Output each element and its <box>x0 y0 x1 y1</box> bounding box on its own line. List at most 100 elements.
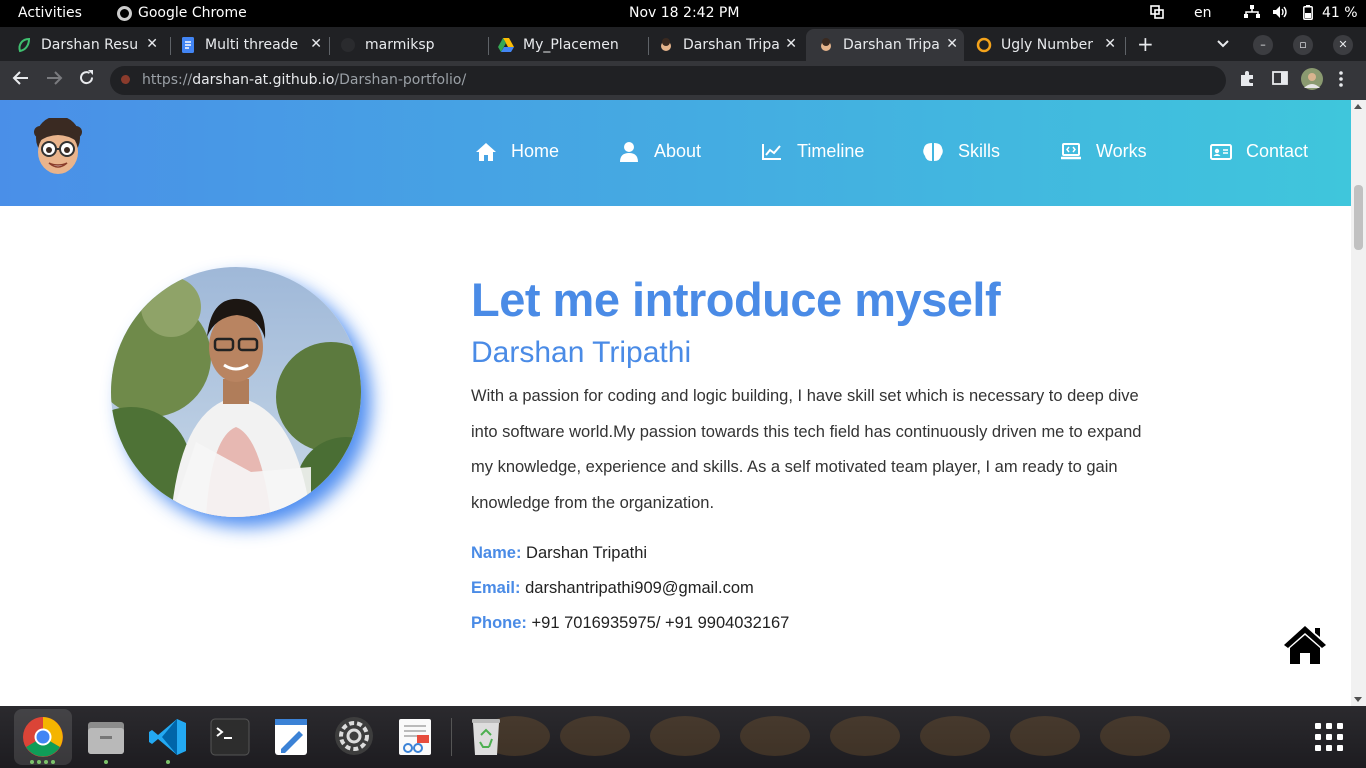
docs-icon <box>180 37 196 53</box>
about-paragraph: With a passion for coding and logic buil… <box>471 387 1142 512</box>
memoji-logo[interactable] <box>30 116 86 178</box>
volume-icon[interactable] <box>1272 5 1290 23</box>
vscode-dock-icon[interactable] <box>148 717 190 759</box>
nav-about[interactable]: About <box>618 141 701 162</box>
terminal-dock-icon[interactable] <box>210 718 252 760</box>
memoji-icon <box>818 37 834 53</box>
leaf-icon <box>16 37 32 53</box>
scroll-thumb[interactable] <box>1354 185 1363 250</box>
info-email: Email: darshantripathi909@gmail.com <box>471 579 754 598</box>
nav-home-label: Home <box>511 141 560 161</box>
side-panel-icon[interactable] <box>1272 70 1288 90</box>
clock[interactable]: Nov 18 2:42 PM <box>629 5 739 21</box>
memoji-icon <box>658 37 674 53</box>
tab-title: My_Placemen <box>523 37 619 53</box>
scroll-up-arrow[interactable] <box>1354 104 1362 109</box>
browser-toolbar: https://darshan-at.github.io/Darshan-por… <box>0 61 1366 100</box>
close-tab-icon[interactable]: ✕ <box>310 36 322 52</box>
back-icon[interactable] <box>12 69 30 92</box>
nav-works-label: Works <box>1096 141 1147 161</box>
minimize-button[interactable]: – <box>1253 35 1273 55</box>
codestudio-icon <box>976 37 992 53</box>
scroll-down-arrow[interactable] <box>1354 697 1362 702</box>
page-scrollbar[interactable] <box>1351 100 1366 706</box>
home-icon <box>475 142 497 162</box>
url-path: /Darshan-portfolio/ <box>334 72 467 88</box>
close-window-button[interactable]: ✕ <box>1333 35 1353 55</box>
document-viewer-dock-icon[interactable] <box>397 717 439 759</box>
extensions-icon[interactable] <box>1239 70 1256 91</box>
text-editor-dock-icon[interactable] <box>273 717 315 759</box>
network-icon[interactable] <box>1244 5 1260 23</box>
screen-share-icon[interactable] <box>1150 5 1164 23</box>
nav-timeline-label: Timeline <box>797 141 865 161</box>
tab-3[interactable]: marmiksp <box>340 29 486 61</box>
close-tab-icon[interactable]: ✕ <box>1104 36 1116 52</box>
nav-home[interactable]: Home <box>475 141 559 162</box>
nav-contact[interactable]: Contact <box>1210 141 1308 162</box>
nav-timeline[interactable]: Timeline <box>761 141 864 162</box>
about-heading: Let me introduce myself <box>471 273 1001 326</box>
user-icon <box>618 141 640 162</box>
maximize-button[interactable]: ▫ <box>1293 35 1313 55</box>
tab-title: marmiksp <box>365 37 435 53</box>
reload-icon[interactable] <box>78 69 95 91</box>
close-tab-icon[interactable]: ✕ <box>785 36 797 52</box>
url-scheme: https:// <box>142 72 193 88</box>
tab-4[interactable]: My_Placemen <box>498 29 644 61</box>
nav-about-label: About <box>654 141 702 161</box>
close-tab-icon[interactable]: ✕ <box>946 36 958 52</box>
id-card-icon <box>1210 142 1232 162</box>
app-menu[interactable]: Google Chrome <box>117 5 247 21</box>
chrome-dock-icon[interactable] <box>22 716 64 758</box>
google-drive-icon <box>498 37 514 53</box>
email-label: Email: <box>471 579 521 597</box>
new-tab-button[interactable]: + <box>1137 32 1154 56</box>
close-tab-icon[interactable]: ✕ <box>146 36 158 52</box>
tab-7[interactable]: Ugly Number ✕ <box>976 29 1122 61</box>
chrome-menu-icon[interactable] <box>1338 70 1344 92</box>
site-header: Home About Timeline Skills Works Contact <box>0 100 1351 206</box>
scroll-home-icon[interactable] <box>1282 624 1328 666</box>
webpage: Home About Timeline Skills Works Contact <box>0 100 1351 706</box>
battery-icon[interactable] <box>1303 5 1313 24</box>
site-favicon[interactable] <box>121 75 130 84</box>
trash-dock-icon[interactable] <box>468 717 510 759</box>
line-chart-icon <box>761 142 783 162</box>
files-dock-icon[interactable] <box>86 718 128 760</box>
address-bar[interactable]: https://darshan-at.github.io/Darshan-por… <box>110 66 1226 95</box>
brain-icon <box>922 142 944 162</box>
tab-1[interactable]: Darshan Resu ✕ <box>16 29 164 61</box>
profile-avatar[interactable] <box>1301 68 1323 94</box>
battery-percent: 41 % <box>1322 5 1358 21</box>
name-value: Darshan Tripathi <box>526 544 648 562</box>
system-top-bar: Activities Google Chrome Nov 18 2:42 PM … <box>0 0 1366 27</box>
laptop-code-icon <box>1060 142 1082 162</box>
tab-search-icon[interactable] <box>1216 36 1230 55</box>
show-apps-icon[interactable] <box>1315 723 1343 751</box>
dock <box>0 706 1366 768</box>
info-name: Name: Darshan Tripathi <box>471 544 647 563</box>
nav-skills-label: Skills <box>958 141 1001 161</box>
nav-works[interactable]: Works <box>1060 141 1147 162</box>
tab-6-active[interactable]: Darshan Tripa ✕ <box>806 29 964 61</box>
profile-photo <box>111 267 361 517</box>
activities-button[interactable]: Activities <box>18 5 82 21</box>
github-icon <box>340 37 356 53</box>
nav-skills[interactable]: Skills <box>922 141 1000 162</box>
info-phone: Phone: +91 7016935975/ +91 9904032167 <box>471 614 789 633</box>
tab-2[interactable]: Multi threade ✕ <box>180 29 328 61</box>
phone-label: Phone: <box>471 614 527 632</box>
forward-icon[interactable] <box>45 69 63 92</box>
chrome-icon <box>117 5 132 21</box>
tab-5[interactable]: Darshan Tripa ✕ <box>658 29 803 61</box>
nav-contact-label: Contact <box>1246 141 1309 161</box>
name-label: Name: <box>471 544 522 562</box>
email-value[interactable]: darshantripathi909@gmail.com <box>525 579 754 597</box>
phone-value[interactable]: +91 7016935975/ +91 9904032167 <box>532 614 790 632</box>
app-name: Google Chrome <box>138 5 247 21</box>
about-name: Darshan Tripathi <box>471 336 692 369</box>
language-indicator[interactable]: en <box>1194 5 1212 21</box>
tab-strip: Darshan Resu ✕ Multi threade ✕ marmiksp … <box>0 27 1366 61</box>
settings-dock-icon[interactable] <box>334 716 376 758</box>
